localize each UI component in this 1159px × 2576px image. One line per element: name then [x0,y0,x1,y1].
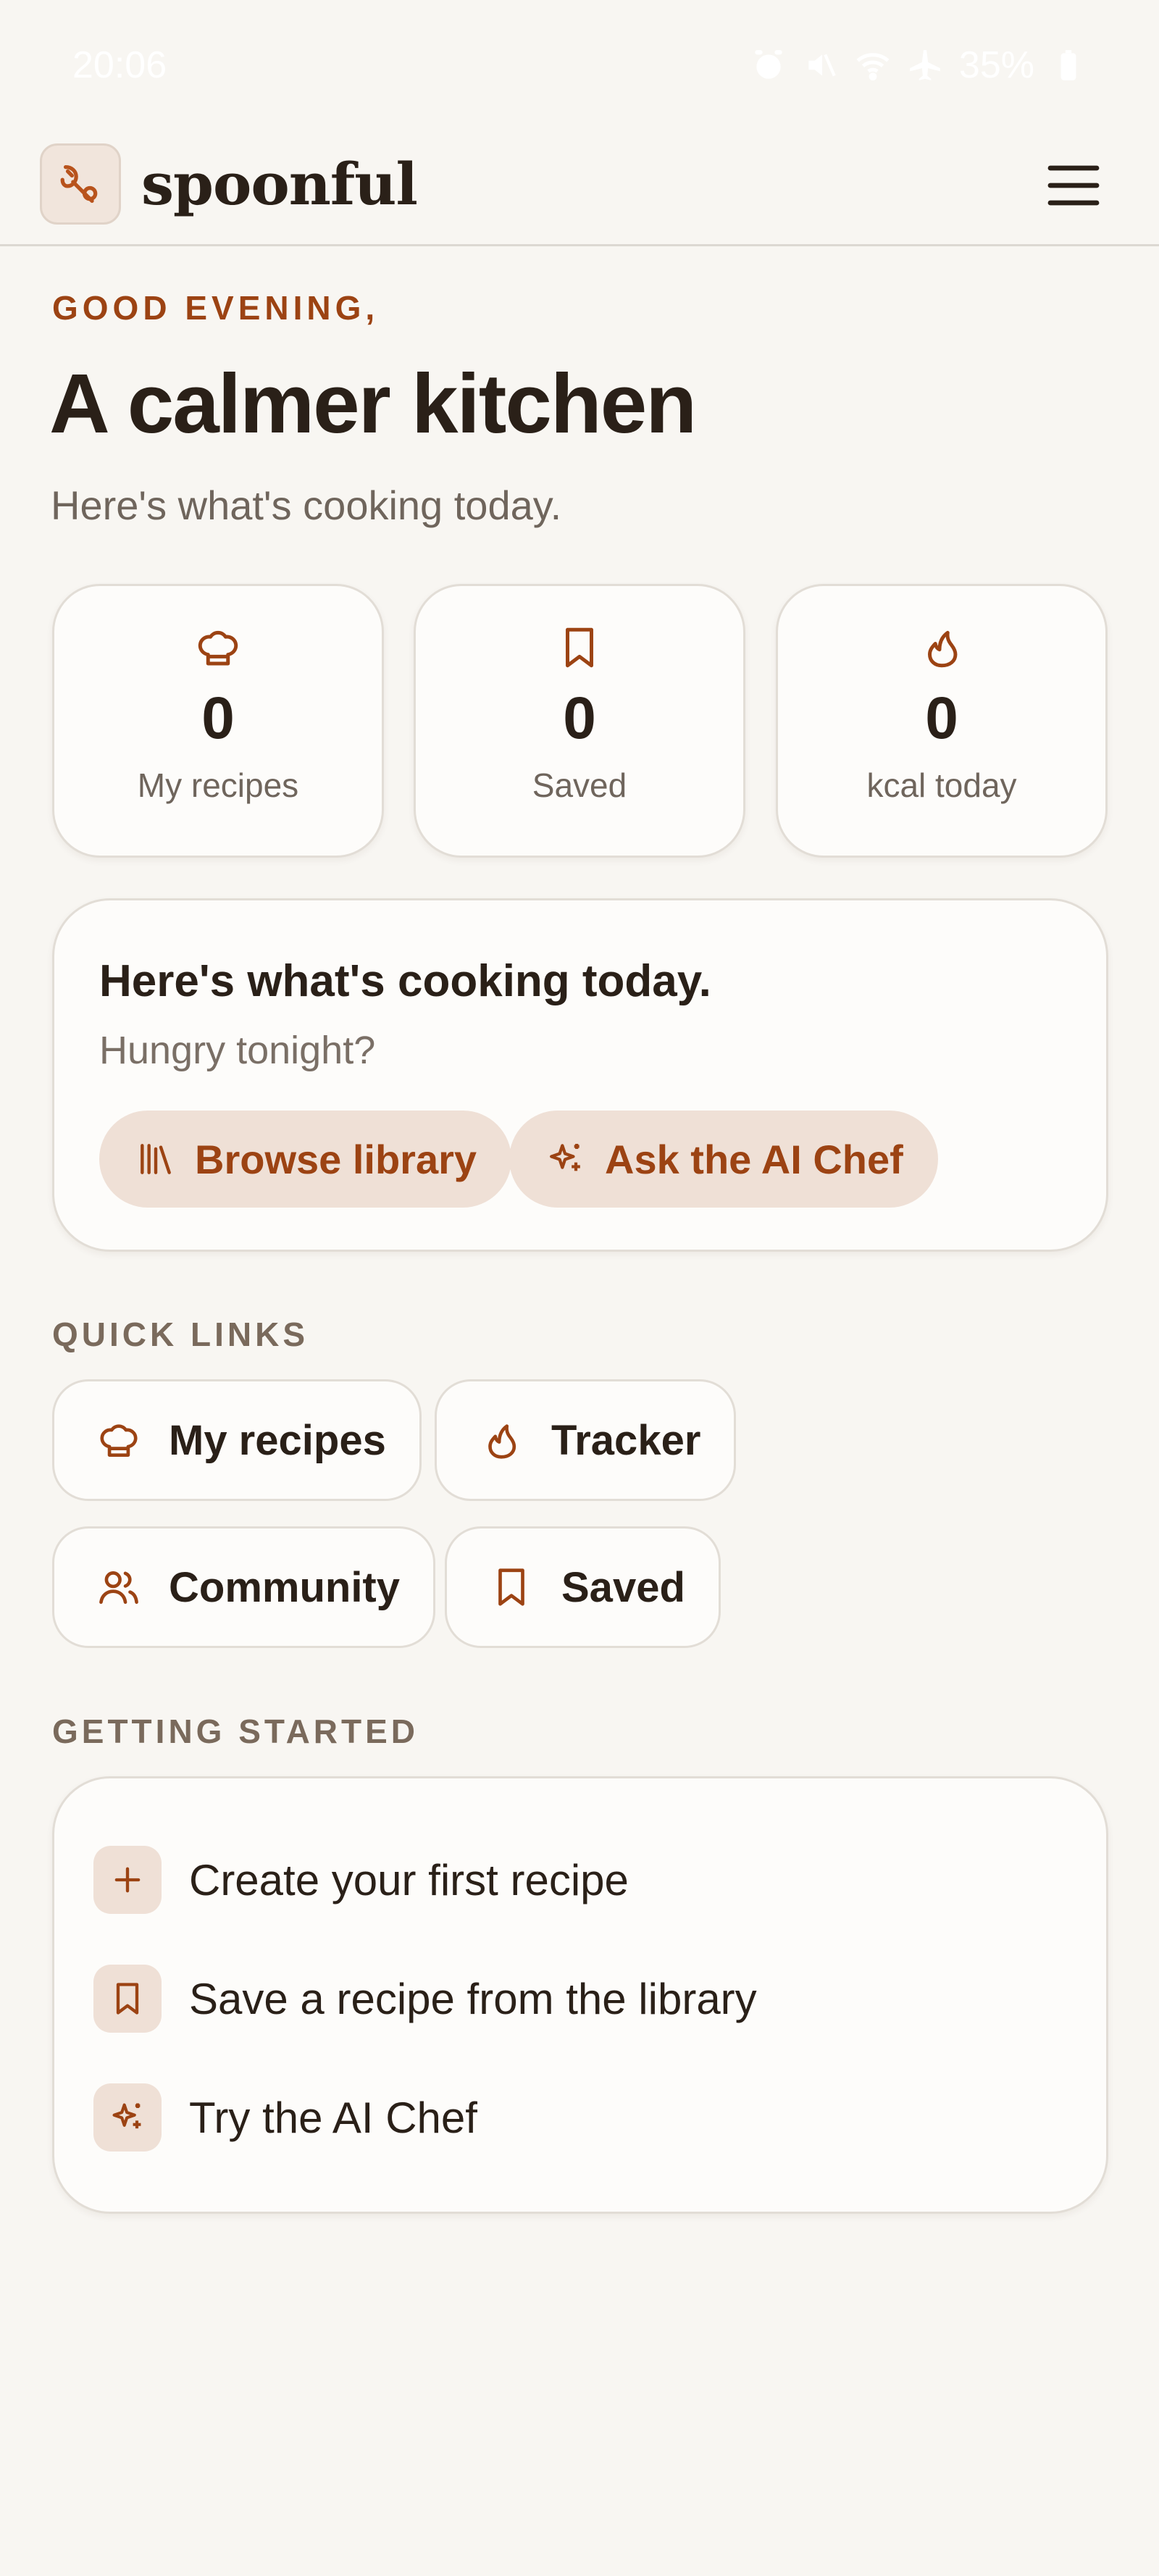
quick-link-label: Community [169,1563,400,1611]
users-icon [99,1571,138,1604]
alarm-icon [755,50,782,79]
wifi-icon [856,53,890,81]
stat-value: 0 [925,685,958,751]
status-icons: 35% [750,43,1087,87]
stat-card-my-recipes[interactable]: 0 My recipes [52,584,384,858]
quick-link-community[interactable]: Community [52,1526,435,1648]
quick-link-label: Tracker [551,1416,701,1464]
stat-value: 0 [201,685,235,751]
page-title: A calmer kitchen [49,356,697,451]
bookmark-icon [116,1983,139,2015]
hamburger-icon [1047,165,1100,206]
checklist-item-label: Try the AI Chef [189,2093,477,2142]
quick-link-label: Saved [561,1563,685,1611]
logo[interactable] [40,143,121,225]
checklist-item-try-ai-chef[interactable]: Try the AI Chef [93,2083,477,2152]
stat-label: Saved [532,766,627,804]
library-icon [141,1144,171,1174]
plus-icon [114,1867,141,1893]
chef-hat-icon [100,1424,138,1457]
checklist-item-label: Create your first recipe [189,1855,629,1904]
checklist-item-create-recipe[interactable]: Create your first recipe [93,1845,629,1915]
sparkles-icon [550,1144,580,1171]
stat-label: kcal today [866,766,1017,804]
battery-icon [1060,50,1076,80]
sparkles-icon-badge [93,2083,162,2151]
flame-icon [488,1424,516,1459]
quick-link-saved[interactable]: Saved [445,1526,721,1648]
bookmark-icon-badge [93,1965,162,2033]
quick-link-label: My recipes [169,1416,386,1464]
plus-icon-badge [93,1846,162,1914]
stat-label: My recipes [137,766,299,804]
getting-started-card: Create your first recipe Save a recipe f… [52,1776,1108,2214]
status-bar: 20:06 35% [0,0,1159,130]
quick-link-my-recipes[interactable]: My recipes [52,1379,422,1501]
cooking-today-card: Here's what's cooking today. Hungry toni… [52,898,1108,1252]
stat-card-kcal-today[interactable]: 0 kcal today [776,584,1108,858]
bookmark-icon [566,627,593,668]
spoon-logo-icon [60,164,98,203]
flame-icon [928,630,958,668]
bookmark-icon [498,1568,524,1606]
ask-ai-chef-button[interactable]: Ask the AI Chef [509,1111,938,1208]
app-header: spoonful [0,123,1159,246]
checklist-item-save-recipe[interactable]: Save a recipe from the library [93,1964,757,2033]
ask-ai-chef-label: Ask the AI Chef [605,1136,903,1182]
checklist-item-label: Save a recipe from the library [189,1974,757,2023]
browse-library-button[interactable]: Browse library [99,1111,512,1208]
airplane-icon [910,50,940,80]
card-subtitle: Hungry tonight? [99,1029,376,1072]
getting-started-heading: GETTING STARTED [52,1713,419,1750]
quick-links-heading: QUICK LINKS [52,1316,309,1353]
page-subtitle: Here's what's cooking today. [51,482,562,528]
card-title: Here's what's cooking today. [99,956,711,1006]
quick-link-tracker[interactable]: Tracker [435,1379,737,1501]
chef-hat-icon [198,631,238,666]
menu-button[interactable] [1039,151,1108,220]
sparkles-icon [112,2103,141,2129]
greeting: GOOD EVENING, [52,289,380,327]
battery-percent: 35% [958,44,1034,86]
status-time: 20:06 [72,44,167,86]
stat-card-saved[interactable]: 0 Saved [414,584,745,858]
browse-library-label: Browse library [195,1136,477,1182]
brand-name[interactable]: spoonful [141,150,418,218]
mute-icon [808,54,836,77]
stat-value: 0 [563,685,596,751]
